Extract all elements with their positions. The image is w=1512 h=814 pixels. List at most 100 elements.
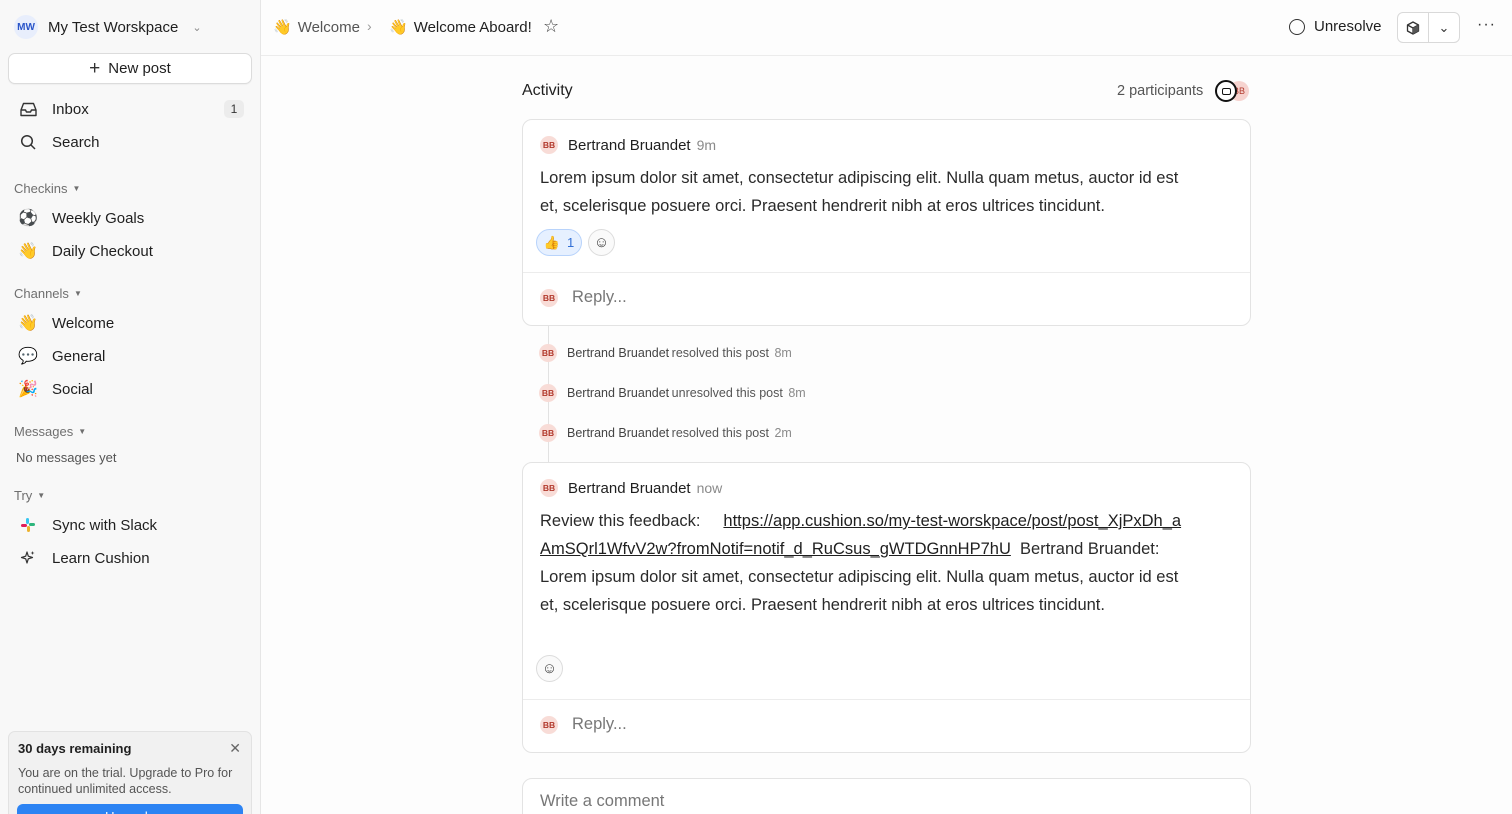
avatar: BB <box>540 288 558 307</box>
plus-icon: + <box>89 58 101 79</box>
caret-down-icon: ▼ <box>72 184 81 193</box>
channels-section-header[interactable]: Channels ▼ <box>14 286 82 301</box>
unresolve-button[interactable]: Unresolve <box>1289 18 1382 35</box>
soccer-ball-icon: ⚽ <box>18 210 38 227</box>
post-body: Review this feedback: https://app.cushio… <box>540 507 1190 619</box>
reply-input[interactable]: BB Reply... <box>540 288 627 307</box>
chevron-right-icon: › <box>367 18 372 34</box>
post-time: 9m <box>696 137 717 153</box>
try-section-header[interactable]: Try ▼ <box>14 488 45 503</box>
chevron-down-icon: ⌄ <box>192 21 202 34</box>
new-post-label: New post <box>108 60 171 77</box>
sidebar-item-label: General <box>52 347 106 365</box>
circle-icon <box>1289 18 1305 35</box>
speech-bubble-icon: 💬 <box>18 348 38 365</box>
trial-banner: 30 days remaining ✕ You are on the trial… <box>8 731 252 814</box>
sidebar: MW My Test Worskpace ⌄ + New post Inbox … <box>0 0 261 814</box>
star-icon[interactable]: ☆ <box>543 16 559 37</box>
sidebar-item-daily-checkout[interactable]: 👋 Daily Checkout <box>8 236 252 266</box>
view-split-button[interactable]: ⌄ <box>1397 12 1460 43</box>
new-post-button[interactable]: + New post <box>8 53 252 84</box>
activity-heading: Activity <box>522 82 573 99</box>
timeline-event: BB Bertrand Bruandet unresolved this pos… <box>539 384 806 402</box>
sidebar-item-general[interactable]: 💬 General <box>8 341 252 371</box>
timeline-event: BB Bertrand Bruandet resolved this post … <box>539 344 792 362</box>
waving-hand-icon: 👋 <box>18 243 38 260</box>
post-time: now <box>696 480 723 496</box>
trial-title: 30 days remaining <box>18 741 132 756</box>
add-reaction-icon[interactable]: ☺ <box>536 655 563 682</box>
post-title: Welcome Aboard! <box>413 18 532 36</box>
close-icon[interactable]: ✕ <box>229 740 241 757</box>
breadcrumb-post-title: 👋 Welcome Aboard! <box>389 18 532 37</box>
party-popper-icon: 🎉 <box>18 381 38 398</box>
post-card: BB Bertrand Bruandet 9m Lorem ipsum dolo… <box>522 119 1251 326</box>
waving-hand-icon: 👋 <box>389 19 408 36</box>
add-reaction-icon[interactable]: ☺ <box>588 229 615 256</box>
sidebar-item-label: Search <box>52 133 100 151</box>
section-title: Messages <box>14 424 74 439</box>
breadcrumb-channel-label: Welcome <box>297 18 360 36</box>
event-action: resolved this post <box>671 346 769 360</box>
comment-box[interactable]: Write a comment <box>522 778 1251 814</box>
event-author[interactable]: Bertrand Bruandet <box>567 386 669 400</box>
reaction-thumbs-up[interactable]: 👍 1 <box>536 229 582 256</box>
sidebar-item-inbox[interactable]: Inbox 1 <box>8 94 252 124</box>
workspace-avatar: MW <box>14 15 38 39</box>
upgrade-button[interactable]: Upgrade <box>17 804 243 814</box>
slack-icon <box>18 515 38 535</box>
inbox-icon <box>18 99 38 119</box>
workspace-switcher[interactable]: MW My Test Worskpace ⌄ <box>14 14 202 40</box>
event-action: unresolved this post <box>671 386 783 400</box>
checkins-section-header[interactable]: Checkins ▼ <box>14 181 80 196</box>
sparkle-icon <box>18 548 38 568</box>
section-title: Checkins <box>14 181 68 196</box>
breadcrumb-channel[interactable]: 👋 Welcome <box>273 18 360 37</box>
divider <box>523 272 1250 273</box>
event-author[interactable]: Bertrand Bruandet <box>567 426 669 440</box>
reply-placeholder: Reply... <box>572 288 627 306</box>
post-header: BB Bertrand Bruandet 9m <box>540 136 716 154</box>
comment-placeholder: Write a comment <box>540 792 665 810</box>
cube-icon[interactable] <box>1398 13 1429 42</box>
post-author[interactable]: Bertrand Bruandet <box>568 137 691 154</box>
trial-text: You are on the trial. Upgrade to Pro for… <box>18 766 233 796</box>
waving-hand-icon: 👋 <box>273 19 292 36</box>
top-bar: 👋 Welcome › 👋 Welcome Aboard! ☆ Unresolv… <box>261 0 1512 56</box>
more-options-icon[interactable]: ··· <box>1477 16 1496 34</box>
participants-count[interactable]: 2 participants <box>1117 83 1203 99</box>
participant-avatars[interactable]: BB <box>1215 80 1255 102</box>
sidebar-item-learn-cushion[interactable]: Learn Cushion <box>8 543 252 573</box>
avatar: BB <box>540 715 558 734</box>
event-time: 8m <box>774 346 792 360</box>
avatar: BB <box>540 479 558 497</box>
reply-input[interactable]: BB Reply... <box>540 715 627 734</box>
section-title: Try <box>14 488 33 503</box>
sidebar-item-label: Sync with Slack <box>52 516 158 534</box>
inbox-count-badge: 1 <box>224 100 244 118</box>
event-time: 2m <box>774 426 792 440</box>
sidebar-item-search[interactable]: Search <box>8 127 252 157</box>
caret-down-icon: ▼ <box>78 427 87 436</box>
thumbs-up-icon: 👍 <box>543 234 560 250</box>
post-body-prefix: Review this feedback: <box>540 512 701 530</box>
unresolve-label: Unresolve <box>1314 18 1382 35</box>
timeline-event: BB Bertrand Bruandet resolved this post … <box>539 424 792 442</box>
sidebar-item-welcome[interactable]: 👋 Welcome <box>8 308 252 338</box>
post-body: Lorem ipsum dolor sit amet, consectetur … <box>540 169 1179 215</box>
sidebar-item-sync-slack[interactable]: Sync with Slack <box>8 510 252 540</box>
event-author[interactable]: Bertrand Bruandet <box>567 346 669 360</box>
workspace-name: My Test Worskpace <box>48 18 179 36</box>
reaction-count: 1 <box>566 235 575 250</box>
messages-section-header[interactable]: Messages ▼ <box>14 424 86 439</box>
sidebar-item-weekly-goals[interactable]: ⚽ Weekly Goals <box>8 203 252 233</box>
event-time: 8m <box>788 386 806 400</box>
avatar: BB <box>539 424 557 442</box>
avatar <box>1215 80 1237 102</box>
post-header: BB Bertrand Bruandet now <box>540 479 722 497</box>
post-author[interactable]: Bertrand Bruandet <box>568 480 691 497</box>
chevron-down-icon[interactable]: ⌄ <box>1429 13 1459 42</box>
sidebar-item-social[interactable]: 🎉 Social <box>8 374 252 404</box>
sidebar-item-label: Welcome <box>52 314 115 332</box>
sidebar-item-label: Inbox <box>52 100 89 118</box>
